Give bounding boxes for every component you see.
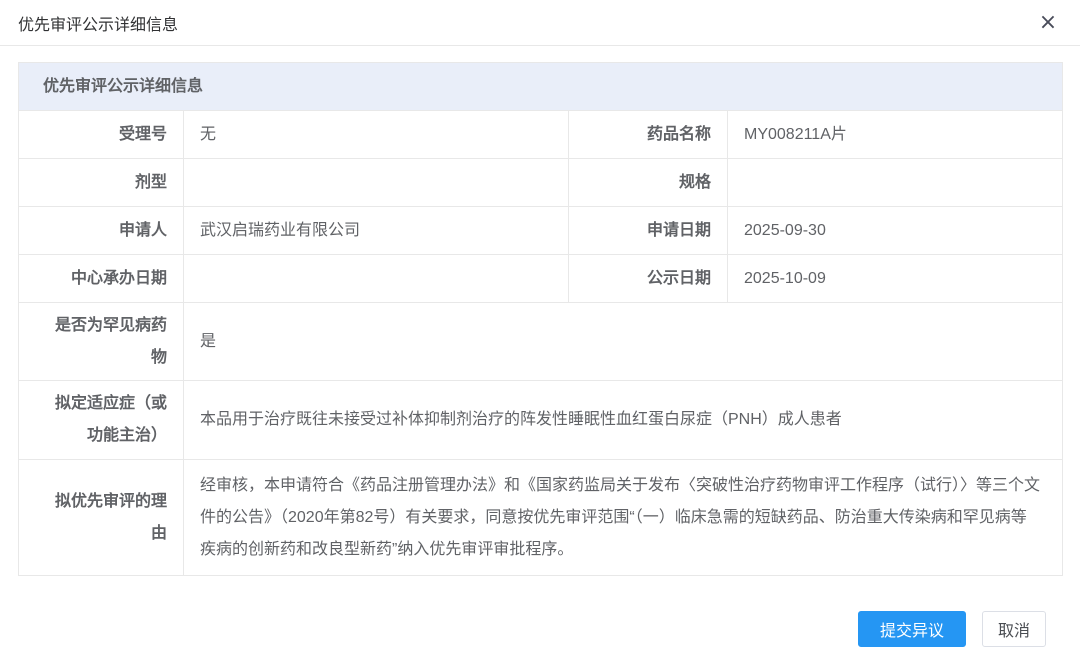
- field-label-specification: 规格: [569, 159, 728, 207]
- field-value-rare-disease: 是: [184, 303, 1063, 381]
- field-label-indication: 拟定适应症（或功能主治）: [19, 381, 184, 460]
- table-header-title: 优先审评公示详细信息: [19, 63, 1063, 111]
- table-row: 拟定适应症（或功能主治） 本品用于治疗既往未接受过补体抑制剂治疗的阵发性睡眠性血…: [19, 381, 1063, 460]
- table-header-row: 优先审评公示详细信息: [19, 63, 1063, 111]
- field-value-applicant: 武汉启瑞药业有限公司: [184, 207, 569, 255]
- cancel-button[interactable]: 取消: [982, 611, 1046, 647]
- table-row: 是否为罕见病药物 是: [19, 303, 1063, 381]
- dialog-titlebar: 优先审评公示详细信息 ×: [0, 0, 1080, 46]
- field-value-drug-name: MY008211A片: [728, 111, 1063, 159]
- table-row: 拟优先审评的理由 经审核，本申请符合《药品注册管理办法》和《国家药监局关于发布〈…: [19, 460, 1063, 576]
- priority-review-detail-dialog: 优先审评公示详细信息 × 优先审评公示详细信息 受理号 无 药品名称 MY008…: [0, 0, 1080, 660]
- dialog-footer: 提交异议 取消: [0, 611, 1080, 647]
- field-label-apply-date: 申请日期: [569, 207, 728, 255]
- table-row: 中心承办日期 公示日期 2025-10-09: [19, 255, 1063, 303]
- field-value-specification: [728, 159, 1063, 207]
- field-value-apply-date: 2025-09-30: [728, 207, 1063, 255]
- dialog-title: 优先审评公示详细信息: [18, 11, 178, 35]
- field-label-acceptance-no: 受理号: [19, 111, 184, 159]
- table-row: 申请人 武汉启瑞药业有限公司 申请日期 2025-09-30: [19, 207, 1063, 255]
- detail-table: 优先审评公示详细信息 受理号 无 药品名称 MY008211A片 剂型 规格 申…: [18, 62, 1063, 576]
- table-row: 受理号 无 药品名称 MY008211A片: [19, 111, 1063, 159]
- field-label-dosage-form: 剂型: [19, 159, 184, 207]
- table-row: 剂型 规格: [19, 159, 1063, 207]
- field-label-drug-name: 药品名称: [569, 111, 728, 159]
- field-value-priority-reason: 经审核，本申请符合《药品注册管理办法》和《国家药监局关于发布〈突破性治疗药物审评…: [184, 460, 1063, 576]
- field-label-rare-disease: 是否为罕见病药物: [19, 303, 184, 381]
- field-value-indication: 本品用于治疗既往未接受过补体抑制剂治疗的阵发性睡眠性血红蛋白尿症（PNH）成人患…: [184, 381, 1063, 460]
- close-icon[interactable]: ×: [1034, 9, 1062, 37]
- submit-objection-button[interactable]: 提交异议: [858, 611, 966, 647]
- field-label-publicity-date: 公示日期: [569, 255, 728, 303]
- field-label-priority-reason: 拟优先审评的理由: [19, 460, 184, 576]
- field-label-center-date: 中心承办日期: [19, 255, 184, 303]
- field-value-dosage-form: [184, 159, 569, 207]
- field-value-publicity-date: 2025-10-09: [728, 255, 1063, 303]
- field-label-applicant: 申请人: [19, 207, 184, 255]
- field-value-center-date: [184, 255, 569, 303]
- field-value-acceptance-no: 无: [184, 111, 569, 159]
